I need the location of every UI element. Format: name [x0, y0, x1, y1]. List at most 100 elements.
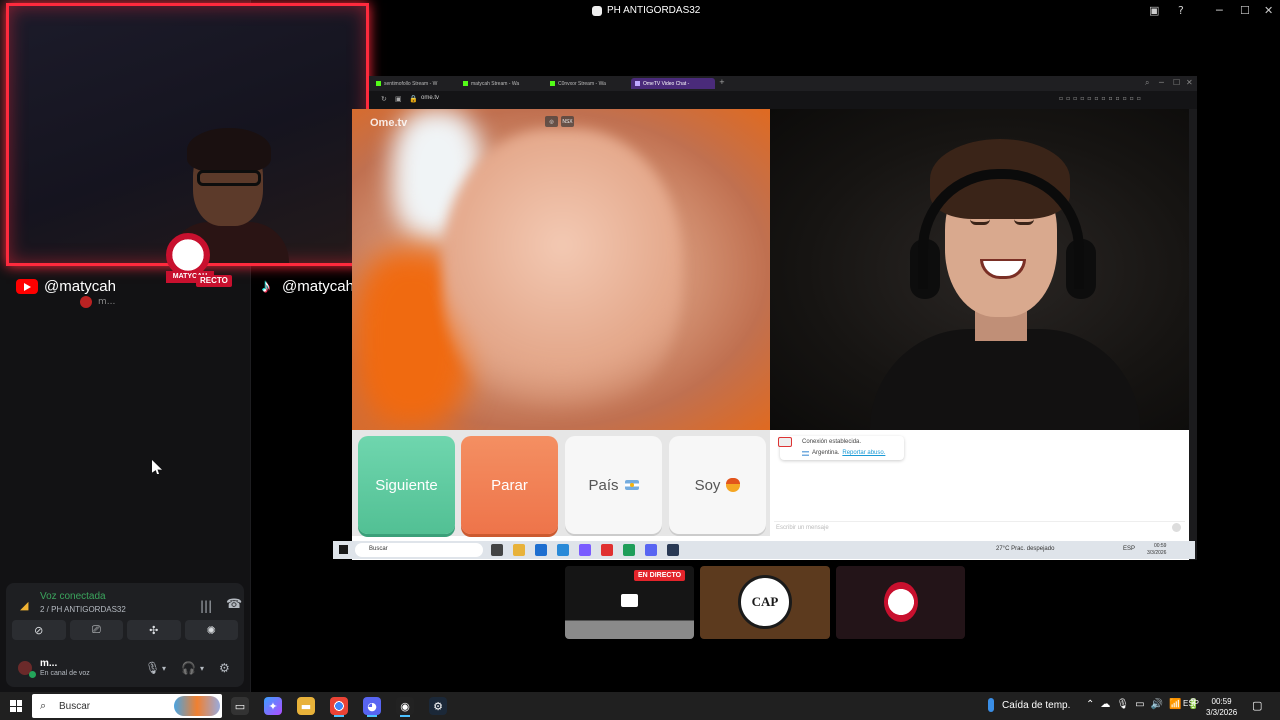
camera-icon[interactable]: ◎	[545, 116, 558, 127]
participant-tile-matycah[interactable]	[836, 566, 965, 639]
window-title-text: PH ANTIGORDAS32	[607, 5, 701, 16]
file-explorer-icon	[513, 544, 525, 556]
next-button[interactable]: Siguiente	[358, 436, 455, 534]
captured-search-text: Buscar	[369, 546, 388, 552]
noise-suppression-icon[interactable]: |||	[200, 599, 212, 613]
taskbar-search[interactable]: ⌕ Buscar	[32, 694, 222, 718]
voice-user-name: m...	[98, 297, 116, 307]
voice-status: Voz conectada	[40, 591, 106, 602]
report-abuse-link[interactable]: Reportar abuso.	[842, 450, 885, 456]
minimize-icon[interactable]: ─	[1159, 78, 1164, 87]
obs-icon[interactable]: ◉	[396, 697, 414, 715]
notification-icon[interactable]: ▢	[1252, 699, 1262, 712]
tab-1[interactable]: sentimofollo Stream - W	[372, 78, 441, 89]
sidebar-icon[interactable]: ▣	[395, 95, 402, 103]
edge-icon	[623, 544, 635, 556]
camera-off-button[interactable]: ⊘	[12, 620, 66, 640]
url-field[interactable]: ome.tv	[421, 95, 439, 101]
windows-start-icon[interactable]	[10, 700, 22, 712]
activities-button[interactable]: ✣	[127, 620, 181, 640]
store-icon	[535, 544, 547, 556]
chevron-down-icon[interactable]: ▾	[200, 664, 204, 673]
user-status: En canal de voz	[40, 670, 90, 677]
kick-icon	[463, 81, 468, 86]
tab-ometv[interactable]: OmeTV Video Chat -	[631, 78, 715, 89]
discord-icon	[645, 544, 657, 556]
ometv-controls: Siguiente Parar País Soy	[352, 430, 770, 536]
tab-2[interactable]: matycah Stream - Wa	[459, 78, 523, 89]
stop-label: Parar	[491, 476, 528, 494]
tab-label: OmeTV Video Chat -	[643, 80, 690, 87]
clock[interactable]: 00:59 3/3/2026	[1206, 696, 1237, 718]
close-icon[interactable]: ✕	[1186, 78, 1193, 87]
copilot-icon[interactable]: ✦	[264, 697, 282, 715]
kick-icon	[376, 81, 381, 86]
file-explorer-icon[interactable]: ▬	[297, 697, 315, 715]
voice-actions: ⊘ ⎚ ✣ ✺	[12, 620, 238, 640]
stop-button[interactable]: Parar	[461, 436, 558, 534]
online-status-icon	[29, 671, 36, 678]
nsx-button[interactable]: NSX	[561, 116, 574, 127]
gender-label: Soy	[694, 476, 721, 494]
chrome-icon[interactable]	[330, 697, 348, 715]
user-name[interactable]: m...	[40, 658, 57, 669]
boy-emoji-icon	[726, 478, 741, 492]
disconnect-icon[interactable]: ☎	[226, 597, 242, 612]
inbox-icon[interactable]: ▣	[1149, 4, 1159, 17]
chat-input[interactable]: Escribir un mensaje	[774, 521, 1185, 533]
voice-user-entry[interactable]: m...	[80, 296, 115, 308]
discord-icon[interactable]: ◕	[363, 697, 381, 715]
signal-icon[interactable]: ◢	[20, 599, 34, 613]
headphones-icon[interactable]: 🎧	[181, 661, 196, 675]
maximize-icon[interactable]: ☐	[1173, 78, 1180, 87]
search-icon: ⌕	[40, 699, 47, 712]
system-message: Conexión establecida. Argentina. Reporta…	[778, 436, 904, 460]
chat-icon	[778, 437, 792, 447]
lock-icon[interactable]: 🔒	[409, 95, 418, 103]
live-badge: EN DIRECTO	[634, 570, 686, 581]
date: 3/3/2026	[1206, 708, 1238, 717]
captured-taskbar: Buscar 27°C Prac. despejado ESP 00:59 3/…	[333, 541, 1195, 559]
captured-language: ESP	[1123, 546, 1136, 552]
chevron-down-icon[interactable]: ▾	[162, 664, 166, 673]
minimize-icon[interactable]: ─	[1216, 4, 1223, 17]
steam-icon[interactable]: ⚙	[429, 697, 447, 715]
youtube-icon	[16, 278, 38, 294]
video-controls: ◎ NSX	[545, 116, 574, 127]
new-tab-icon[interactable]: +	[719, 78, 725, 86]
send-icon[interactable]	[1172, 523, 1181, 532]
maximize-icon[interactable]: ☐	[1240, 4, 1250, 17]
captured-date: 3/3/2026	[1147, 550, 1167, 556]
extensions-icon[interactable]: ▫▫▫▫▫▫▫▫▫▫▫▫	[1059, 95, 1144, 102]
soundboard-button[interactable]: ✺	[184, 620, 238, 640]
task-view-icon[interactable]: ▭	[231, 697, 249, 715]
participant-tile-cap[interactable]: CAP	[700, 566, 830, 639]
tab-label: sentimofollo Stream - W	[384, 80, 438, 87]
voice-channel[interactable]: 2 / PH ANTIGORDAS32	[40, 605, 126, 614]
screen-share-button[interactable]: ⎚	[69, 620, 123, 640]
close-icon[interactable]: ✕	[1264, 4, 1273, 17]
weather-widget[interactable]: Caída de temp.	[988, 698, 1070, 712]
webcam-overlay	[6, 3, 369, 266]
ometv-page: Ome.tv ◎ NSX Siguiente Parar País Soy Co…	[352, 109, 1189, 560]
browser-window: sentimofollo Stream - W matycah Stream -…	[352, 76, 1197, 560]
search-placeholder: Buscar	[59, 701, 91, 712]
kick-icon	[550, 81, 555, 86]
tab-3[interactable]: C0nvxor Stream - Wa	[546, 78, 610, 89]
reload-icon[interactable]: ↻	[381, 95, 387, 103]
country-button[interactable]: País	[565, 436, 662, 534]
recording-icon	[601, 544, 613, 556]
language-indicator[interactable]: ESP	[1183, 699, 1199, 708]
monitor-icon	[621, 594, 638, 607]
gender-button[interactable]: Soy	[669, 436, 766, 534]
help-icon[interactable]: ?	[1178, 4, 1184, 17]
microphone-icon[interactable]: 🎙	[145, 661, 160, 675]
stranger-video: Ome.tv ◎ NSX	[352, 109, 770, 430]
steam-icon	[667, 544, 679, 556]
window-title: PH ANTIGORDAS32	[592, 5, 700, 16]
tiktok-handle: ♪ @matycah	[256, 276, 354, 296]
captured-search: Buscar	[355, 543, 483, 557]
search-icon[interactable]: ⌕	[1145, 78, 1149, 88]
captured-clock: 00:59 3/3/2026	[1147, 543, 1166, 557]
gear-icon[interactable]: ⚙	[219, 661, 230, 675]
